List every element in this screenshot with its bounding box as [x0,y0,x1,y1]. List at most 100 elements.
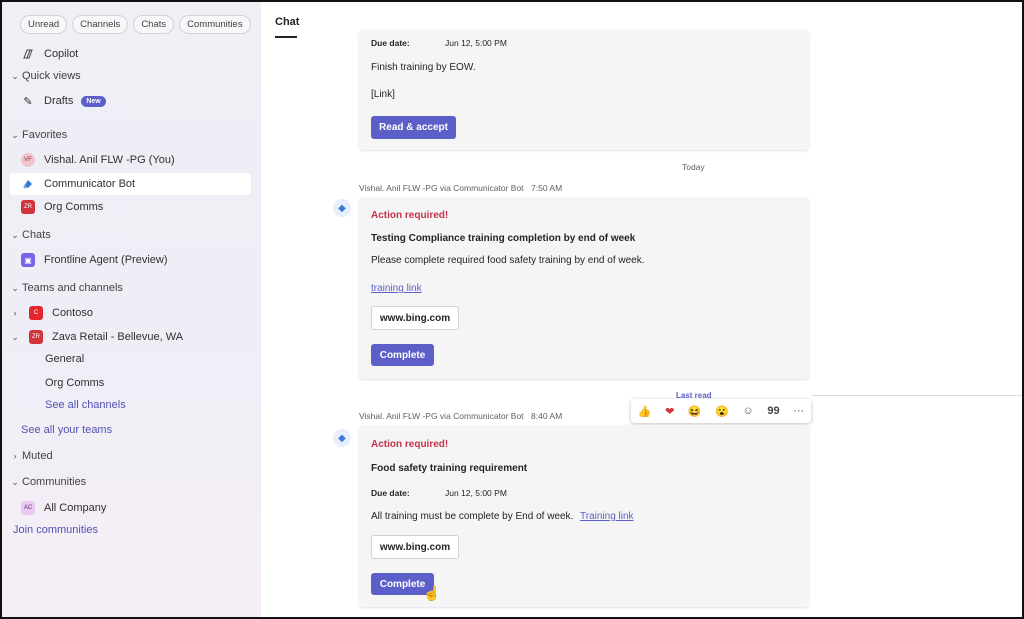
section-label: Quick views [22,70,81,82]
laugh-icon[interactable]: 😆 [688,405,702,418]
sidebar-item-contoso[interactable]: › C Contoso [2,302,261,324]
channel-org-comms[interactable]: Org Comms [2,372,261,394]
section-teams-and-channels[interactable]: ⌄ Teams and channels [2,277,261,299]
chevron-down-icon: ⌄ [11,229,19,240]
filter-unread[interactable]: Unread [20,15,68,34]
card-title: Food safety training requirement [371,463,528,474]
bot-avatar-icon: ◆ [333,429,351,447]
card-text: Finish training by EOW. [371,62,476,73]
due-date-label: Due date: [371,38,410,48]
card-link[interactable]: [Link] [371,89,395,100]
chevron-down-icon: ⌄ [11,129,19,140]
action-required-label: Action required! [371,439,449,450]
add-reaction-icon[interactable]: ☺ [743,405,754,417]
sidebar-item-self-chat[interactable]: VF Vishal. Anil FLW -PG (You) [2,149,261,171]
bot-avatar-icon: ◆ [333,199,351,217]
message-card-2: Action required! Food safety training re… [359,425,809,607]
day-divider: Today [682,162,705,172]
filter-channels[interactable]: Channels [72,15,129,34]
card-title: Testing Compliance training completion b… [371,233,636,244]
heart-icon[interactable]: ❤ [665,405,674,418]
due-date-value: Jun 12, 5:00 PM [445,38,507,48]
message-card-previous: Due date: Jun 12, 5:00 PM Finish trainin… [359,30,809,150]
community-avatar: AC [20,500,36,516]
team-avatar-initials: ZR [21,200,35,214]
see-all-channels-link[interactable]: See all channels [2,394,261,416]
sidebar-item-communicator-bot[interactable]: Communicator Bot [10,173,251,195]
sidebar-item-label: Zava Retail - Bellevue, WA [52,331,184,343]
sidebar-item-label: Org Comms [44,201,104,213]
message-sender: Vishal. Anil FLW -PG via Communicator Bo… [359,411,524,421]
section-chats[interactable]: ⌄ Chats [2,224,261,246]
surprised-icon[interactable]: 😮 [715,405,729,418]
team-avatar: C [28,305,44,321]
section-label: Chats [22,229,51,241]
url-button[interactable]: www.bing.com [371,306,459,330]
channel-general[interactable]: General [2,348,261,370]
join-communities-link[interactable]: Join communities [2,519,261,541]
message-time: 8:40 AM [531,411,563,421]
message-time: 7:50 AM [531,183,563,193]
pencil-icon: ✎ [23,95,33,108]
message-sender: Vishal. Anil FLW -PG via Communicator Bo… [359,183,524,193]
sidebar-item-frontline-agent[interactable]: ▣ Frontline Agent (Preview) [2,249,261,271]
team-avatar: ZR [28,329,44,345]
filter-communities[interactable]: Communities [179,15,251,34]
section-label: Communities [22,476,87,488]
section-muted[interactable]: › Muted [2,445,261,467]
training-link[interactable]: Training link [580,511,634,522]
read-accept-button[interactable]: Read & accept [371,116,456,139]
avatar: VF [20,152,36,168]
sidebar-item-label: Contoso [52,307,93,319]
team-avatar: ZR [20,199,36,215]
section-label: Teams and channels [22,282,123,294]
chevron-down-icon: ⌄ [11,331,19,342]
quote-icon[interactable]: 99 [767,405,779,417]
action-required-label: Action required! [371,210,449,221]
training-link[interactable]: training link [371,283,422,294]
section-quick-views[interactable]: ⌄ Quick views [2,65,261,87]
teams-window: Unread Channels Chats Communities Copilo… [0,0,1024,619]
sidebar-item-label: Communicator Bot [44,178,136,190]
sidebar: Unread Channels Chats Communities Copilo… [2,2,261,617]
url-button[interactable]: www.bing.com [371,535,459,559]
filter-chats[interactable]: Chats [133,15,175,34]
card-body: Please complete required food safety tra… [371,255,645,266]
sidebar-item-all-company[interactable]: AC All Company [2,497,261,519]
sidebar-item-zava-retail[interactable]: ⌄ ZR Zava Retail - Bellevue, WA [2,326,261,348]
chat-pane: Chat Due date: Jun 12, 5:00 PM Finish tr… [261,2,1022,617]
due-date-label: Due date: [371,488,410,498]
last-read-divider [811,395,1022,396]
due-date-value: Jun 12, 5:00 PM [445,488,507,498]
sidebar-item-label: Copilot [44,48,79,60]
thumbs-up-icon[interactable]: 👍 [638,405,652,418]
reaction-bar: 👍 ❤ 😆 😮 ☺ 99 ··· [631,399,811,423]
section-favorites[interactable]: ⌄ Favorites [2,124,261,146]
sidebar-item-drafts[interactable]: ✎ Drafts New [2,90,261,112]
section-label: Muted [22,450,53,462]
sidebar-item-copilot[interactable]: Copilot [2,43,261,65]
avatar-initials: VF [21,153,35,167]
community-avatar-initials: AC [21,501,35,515]
complete-button[interactable]: Complete [371,344,434,366]
team-avatar-initials: ZR [29,330,43,344]
more-options-icon[interactable]: ··· [793,405,804,417]
message-card-1: Action required! Testing Compliance trai… [359,197,809,379]
section-communities[interactable]: ⌄ Communities [2,471,261,493]
new-badge: New [81,95,106,107]
chevron-right-icon: › [13,308,17,318]
chevron-down-icon: ⌄ [11,70,19,81]
see-all-teams-link[interactable]: See all your teams [2,419,261,441]
sidebar-item-label: Drafts [44,95,74,107]
section-label: Favorites [22,129,68,141]
sidebar-item-label: All Company [44,502,107,514]
tab-chat[interactable]: Chat [275,16,299,28]
agent-icon: ▣ [20,252,36,268]
tab-underline [275,36,297,38]
chevron-down-icon: ⌄ [11,282,19,293]
card-body: All training must be complete by End of … [371,511,574,522]
sidebar-item-label: Frontline Agent (Preview) [44,254,168,266]
sidebar-item-label: Vishal. Anil FLW -PG (You) [44,154,175,166]
bot-icon [20,176,36,192]
sidebar-item-org-comms[interactable]: ZR Org Comms [2,196,261,218]
